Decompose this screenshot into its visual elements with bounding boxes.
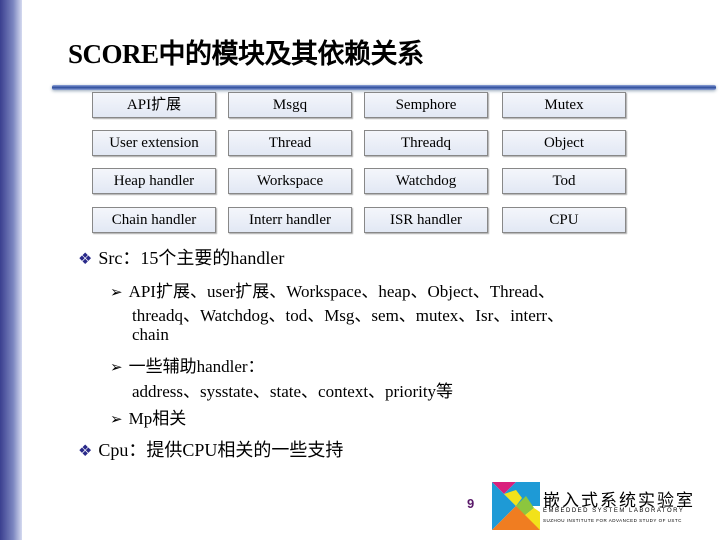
module-box: ISR handler <box>364 207 488 233</box>
sub-bullet: ➢ Mp相关 <box>110 409 187 428</box>
lab-institute: SUZHOU INSTITUTE FOR ADVANCED STUDY OF U… <box>543 518 682 523</box>
module-box: User extension <box>92 130 216 156</box>
sidebar-bar <box>0 0 22 540</box>
bullet-text: Src：15个主要的handler <box>98 248 285 268</box>
module-box: Chain handler <box>92 207 216 233</box>
module-box: Object <box>502 130 626 156</box>
bullet-src: ❖ Src：15个主要的handler <box>78 248 285 268</box>
module-box: Tod <box>502 168 626 194</box>
bullet-text: address、sysstate、state、context、priority等 <box>132 382 454 401</box>
bullet-text: API扩展、user扩展、Workspace、heap、Object、Threa… <box>128 282 555 301</box>
sub-bullet: ➢ API扩展、user扩展、Workspace、heap、Object、Thre… <box>110 282 555 301</box>
module-box: Semphore <box>364 92 488 118</box>
module-box: API扩展 <box>92 92 216 118</box>
module-box: Heap handler <box>92 168 216 194</box>
module-box: Thread <box>228 130 352 156</box>
sub-bullet: ➢ 一些辅助handler： <box>110 357 265 376</box>
bullet-text: chain <box>132 325 169 344</box>
title-divider <box>52 85 716 90</box>
page-number: 9 <box>467 496 475 511</box>
module-box: Interr handler <box>228 207 352 233</box>
bullet-cpu: ❖ Cpu：提供CPU相关的一些支持 <box>78 440 344 460</box>
module-box: Mutex <box>502 92 626 118</box>
module-box: Msgq <box>228 92 352 118</box>
bullet-text: Cpu：提供CPU相关的一些支持 <box>98 440 344 460</box>
lab-logo-icon <box>492 482 540 530</box>
module-box: Workspace <box>228 168 352 194</box>
module-box: Watchdog <box>364 168 488 194</box>
module-box: Threadq <box>364 130 488 156</box>
lab-name-en: EMBEDDED SYSTEM LABORATORY <box>543 508 685 514</box>
bullet-text: 一些辅助handler： <box>128 357 265 376</box>
bullet-text: Mp相关 <box>128 409 187 428</box>
slide-title: SCORE中的模块及其依赖关系 <box>68 39 424 69</box>
bullet-text: threadq、Watchdog、tod、Msg、sem、mutex、Isr、i… <box>132 306 565 325</box>
module-box: CPU <box>502 207 626 233</box>
